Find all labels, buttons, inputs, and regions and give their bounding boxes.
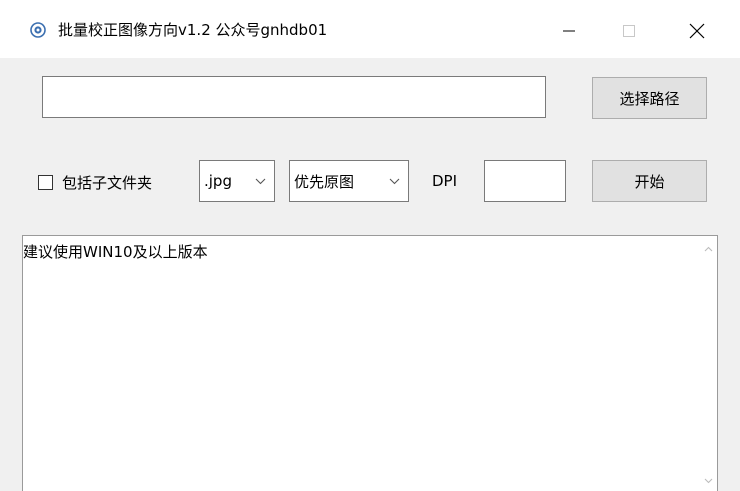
include-subfolders-label: 包括子文件夹	[62, 174, 153, 192]
log-text: 建议使用WIN10及以上版本	[23, 243, 208, 261]
mode-select[interactable]: 优先原图	[289, 160, 409, 202]
close-icon	[689, 23, 705, 39]
path-input[interactable]	[42, 76, 546, 118]
include-subfolders-checkbox[interactable]: 包括子文件夹	[38, 172, 152, 193]
minimize-button[interactable]	[546, 8, 592, 54]
start-button[interactable]: 开始	[592, 160, 707, 202]
window-title: 批量校正图像方向v1.2 公众号gnhdb01	[58, 21, 328, 39]
extension-select-value: .jpg	[204, 172, 232, 190]
mode-select-value: 优先原图	[294, 172, 355, 191]
maximize-button[interactable]	[606, 8, 652, 54]
log-textarea[interactable]: 建议使用WIN10及以上版本	[22, 235, 718, 491]
dpi-input[interactable]	[484, 160, 566, 202]
chevron-down-icon	[250, 178, 270, 185]
scroll-down-icon[interactable]	[699, 474, 717, 488]
close-button[interactable]	[674, 8, 720, 54]
app-icon	[30, 22, 46, 38]
scroll-up-icon[interactable]	[699, 242, 717, 256]
dpi-label: DPI	[432, 172, 458, 190]
checkbox-box[interactable]	[38, 175, 53, 190]
maximize-icon	[623, 25, 635, 37]
log-scrollbar[interactable]	[699, 236, 717, 491]
chevron-down-icon	[384, 178, 404, 185]
browse-path-button[interactable]: 选择路径	[592, 77, 707, 119]
minimize-icon	[563, 30, 575, 32]
title-bar: 批量校正图像方向v1.2 公众号gnhdb01	[0, 0, 740, 58]
extension-select[interactable]: .jpg	[199, 160, 275, 202]
